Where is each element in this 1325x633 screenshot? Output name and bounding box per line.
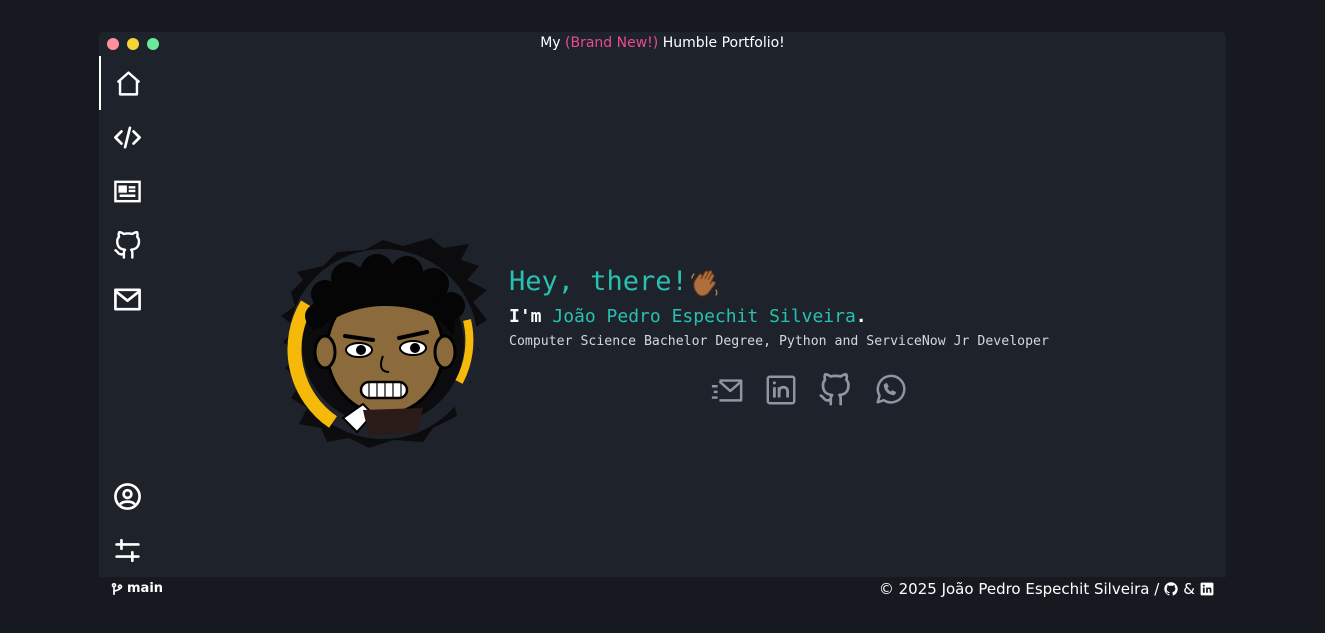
- intro-prefix: I'm: [509, 306, 553, 327]
- newspaper-icon: [113, 180, 141, 202]
- avatar: [281, 238, 487, 448]
- greeting-text: Hey, there!: [509, 266, 688, 297]
- hero-section: Hey, there! I'm João Pedro Espechit Silv…: [509, 264, 1209, 352]
- status-bar: main © 2025 João Pedro Espechit Silveira…: [99, 577, 1226, 601]
- branch-name: main: [127, 581, 164, 596]
- title-bar: My (Brand New!) Humble Portfolio!: [99, 32, 1226, 56]
- sidebar-item-home[interactable]: [99, 56, 155, 110]
- git-branch-icon: [111, 582, 123, 595]
- greeting-heading: Hey, there!: [509, 264, 1209, 300]
- send-mail-icon: [711, 379, 743, 402]
- sidebar-item-projects[interactable]: [99, 110, 155, 164]
- title-suffix: Humble Portfolio!: [658, 35, 785, 51]
- sidebar: [99, 56, 155, 577]
- ampersand-text: &: [1183, 580, 1195, 598]
- linkedin-link[interactable]: [763, 372, 799, 408]
- branch-indicator[interactable]: main: [111, 581, 163, 596]
- sidebar-item-articles[interactable]: [99, 164, 155, 218]
- title-accent: (Brand New!): [565, 35, 659, 51]
- copyright-notice: © 2025 João Pedro Espechit Silveira / &: [879, 580, 1214, 598]
- code-icon: [113, 126, 141, 148]
- github-icon[interactable]: [1164, 582, 1179, 596]
- home-icon: [116, 70, 140, 96]
- user-circle-icon: [113, 482, 141, 510]
- intro-suffix: .: [855, 306, 867, 327]
- sidebar-item-account[interactable]: [99, 469, 155, 523]
- whatsapp-link[interactable]: [871, 372, 907, 408]
- waving-hand-icon: [691, 269, 718, 296]
- linkedin-icon[interactable]: [1200, 582, 1214, 596]
- main-content: Hey, there! I'm João Pedro Espechit Silv…: [155, 56, 1226, 577]
- copyright-text: © 2025 João Pedro Espechit Silveira /: [878, 580, 1160, 598]
- github-icon: [819, 373, 850, 406]
- github-icon: [113, 230, 140, 259]
- whatsapp-icon: [876, 374, 906, 404]
- app-window: My (Brand New!) Humble Portfolio! Hey, t…: [99, 32, 1226, 601]
- github-link[interactable]: [817, 372, 853, 408]
- sidebar-item-github[interactable]: [99, 218, 155, 272]
- sliders-icon: [114, 538, 140, 562]
- mail-icon: [113, 288, 141, 310]
- developer-name: João Pedro Espechit Silveira: [552, 306, 856, 327]
- sidebar-item-settings[interactable]: [99, 523, 155, 577]
- email-link[interactable]: [709, 372, 745, 408]
- linkedin-icon: [766, 375, 796, 405]
- role-subtitle: Computer Science Bachelor Degree, Python…: [509, 334, 1049, 349]
- sidebar-item-contact[interactable]: [99, 272, 155, 326]
- title-prefix: My: [540, 35, 566, 51]
- intro-line: I'm João Pedro Espechit Silveira.: [509, 304, 1209, 330]
- window-title: My (Brand New!) Humble Portfolio!: [99, 35, 1226, 51]
- social-links: [709, 372, 909, 412]
